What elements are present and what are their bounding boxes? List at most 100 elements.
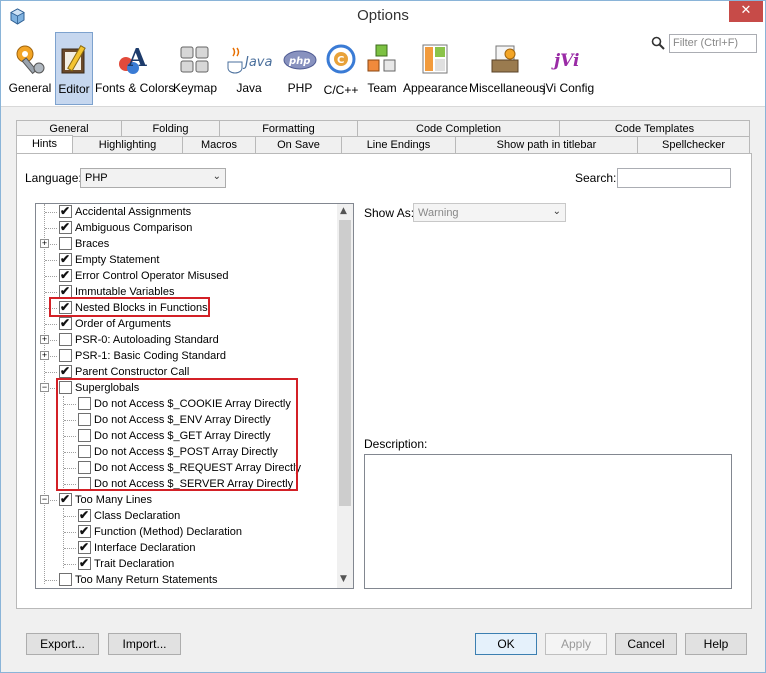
close-button[interactable]: ✕ bbox=[729, 1, 763, 22]
tree-row[interactable]: ✔ Accidental Assignments bbox=[36, 204, 336, 220]
filter-input[interactable]: Filter (Ctrl+F) bbox=[669, 34, 757, 53]
tab-on-save[interactable]: On Save bbox=[255, 136, 342, 153]
category-editor[interactable]: Editor bbox=[55, 32, 93, 105]
hint-checkbox[interactable]: ✔ bbox=[59, 220, 72, 234]
category-team[interactable]: Team bbox=[363, 32, 401, 105]
checkmark-icon: ✔ bbox=[79, 556, 90, 570]
tree-row[interactable]: ✔ Interface Declaration bbox=[36, 540, 336, 556]
collapse-icon[interactable]: − bbox=[40, 383, 49, 392]
tab-hints[interactable]: Hints bbox=[16, 135, 73, 154]
tree-connector bbox=[45, 228, 57, 229]
hint-checkbox[interactable] bbox=[59, 573, 72, 586]
tree-row[interactable]: ✔ Function (Method) Declaration bbox=[36, 524, 336, 540]
tree-row[interactable]: ✔ Error Control Operator Misused bbox=[36, 268, 336, 284]
collapse-icon[interactable]: − bbox=[40, 495, 49, 504]
chevron-down-icon: ⌄ bbox=[552, 206, 561, 217]
hint-checkbox[interactable]: ✔ bbox=[78, 556, 91, 570]
tab-macros[interactable]: Macros bbox=[182, 136, 256, 153]
tree-row[interactable]: Too Many Return Statements bbox=[36, 572, 336, 588]
tree-connector bbox=[45, 372, 57, 373]
hint-label: PSR-1: Basic Coding Standard bbox=[75, 350, 227, 362]
expand-icon[interactable]: + bbox=[40, 239, 49, 248]
hint-checkbox[interactable] bbox=[59, 237, 72, 250]
checkmark-icon: ✔ bbox=[60, 316, 71, 330]
hint-checkbox[interactable]: ✔ bbox=[59, 252, 72, 266]
cpp-icon: C bbox=[326, 44, 356, 74]
tab-code-completion[interactable]: Code Completion bbox=[357, 120, 560, 137]
svg-text:C: C bbox=[337, 55, 344, 66]
search-input[interactable] bbox=[617, 168, 731, 188]
hint-checkbox[interactable]: ✔ bbox=[59, 204, 72, 218]
hint-checkbox[interactable]: ✔ bbox=[59, 316, 72, 330]
jvi-icon: jVi bbox=[551, 51, 580, 71]
title-bar: Options ✕ bbox=[1, 1, 765, 32]
export-button[interactable]: Export... bbox=[26, 633, 99, 655]
checkmark-icon: ✔ bbox=[60, 492, 71, 506]
tab-line-endings[interactable]: Line Endings bbox=[341, 136, 456, 153]
hint-checkbox[interactable] bbox=[59, 333, 72, 346]
hint-checkbox[interactable]: ✔ bbox=[78, 524, 91, 538]
tab-formatting[interactable]: Formatting bbox=[219, 120, 358, 137]
language-value: PHP bbox=[85, 172, 108, 184]
svg-text:php: php bbox=[288, 56, 310, 67]
svg-text:Java: Java bbox=[242, 55, 272, 70]
category-label: C/C++ bbox=[323, 83, 359, 97]
category-keymap[interactable]: Keymap bbox=[173, 32, 217, 105]
scroll-down-icon[interactable]: ▼ bbox=[340, 574, 347, 584]
category-java[interactable]: Java Java bbox=[223, 32, 275, 105]
tree-row[interactable]: + PSR-0: Autoloading Standard bbox=[36, 332, 336, 348]
category-php[interactable]: php PHP bbox=[281, 32, 319, 105]
tree-row[interactable]: ✔ Order of Arguments bbox=[36, 316, 336, 332]
hint-label: Error Control Operator Misused bbox=[75, 270, 229, 282]
scrollbar-thumb[interactable] bbox=[339, 220, 351, 506]
import-button[interactable]: Import... bbox=[108, 633, 181, 655]
tab-highlighting[interactable]: Highlighting bbox=[72, 136, 183, 153]
hint-label: Empty Statement bbox=[75, 254, 160, 266]
category-label: Team bbox=[367, 81, 397, 95]
hint-checkbox[interactable] bbox=[59, 349, 72, 362]
search-icon bbox=[651, 36, 665, 50]
hint-checkbox[interactable]: ✔ bbox=[59, 268, 72, 282]
hint-label: Too Many Lines bbox=[75, 494, 153, 506]
team-cubes-icon bbox=[367, 44, 396, 72]
category-jvi-config[interactable]: jVi jVi Config bbox=[543, 32, 594, 105]
expand-icon[interactable]: + bbox=[40, 351, 49, 360]
tab-code-templates[interactable]: Code Templates bbox=[559, 120, 750, 137]
hint-checkbox[interactable]: ✔ bbox=[78, 508, 91, 522]
tree-row[interactable]: ✔ Empty Statement bbox=[36, 252, 336, 268]
help-button[interactable]: Help bbox=[685, 633, 747, 655]
tree-connector bbox=[45, 324, 57, 325]
close-icon: ✕ bbox=[740, 3, 752, 18]
tree-row[interactable]: − ✔ Too Many Lines bbox=[36, 492, 336, 508]
category-fonts-colors[interactable]: A Fonts & Colors bbox=[95, 32, 174, 105]
hint-label: Interface Declaration bbox=[94, 542, 196, 554]
scroll-up-icon[interactable]: ▲ bbox=[340, 206, 347, 216]
show-as-select[interactable]: Warning ⌄ bbox=[413, 203, 566, 222]
expand-icon[interactable]: + bbox=[40, 335, 49, 344]
tree-row[interactable]: ✔ Ambiguous Comparison bbox=[36, 220, 336, 236]
ok-button[interactable]: OK bbox=[475, 633, 537, 655]
tree-row[interactable]: ✔ Class Declaration bbox=[36, 508, 336, 524]
tree-scrollbar[interactable]: ▲ ▼ bbox=[337, 204, 353, 588]
checkmark-icon: ✔ bbox=[60, 220, 71, 234]
tab-folding[interactable]: Folding bbox=[121, 120, 220, 137]
hint-checkbox[interactable]: ✔ bbox=[78, 540, 91, 554]
tree-connector bbox=[64, 548, 76, 549]
category-cpp[interactable]: C C/C++ bbox=[321, 32, 361, 105]
highlight-nested-blocks bbox=[49, 297, 210, 317]
apply-button[interactable]: Apply bbox=[545, 633, 607, 655]
language-select[interactable]: PHP ⌄ bbox=[80, 168, 226, 188]
category-miscellaneous[interactable]: Miscellaneous bbox=[469, 32, 545, 105]
tree-row[interactable]: + PSR-1: Basic Coding Standard bbox=[36, 348, 336, 364]
category-general[interactable]: General bbox=[7, 32, 53, 105]
cancel-button[interactable]: Cancel bbox=[615, 633, 677, 655]
category-appearance[interactable]: Appearance bbox=[403, 32, 468, 105]
hint-checkbox[interactable]: ✔ bbox=[59, 492, 72, 506]
tree-row[interactable]: + Braces bbox=[36, 236, 336, 252]
tab-spellchecker[interactable]: Spellchecker bbox=[637, 136, 750, 153]
hint-checkbox[interactable]: ✔ bbox=[59, 364, 72, 378]
show-as-value: Warning bbox=[418, 207, 459, 219]
tree-connector bbox=[45, 580, 57, 581]
tree-row[interactable]: ✔ Trait Declaration bbox=[36, 556, 336, 572]
tab-show-path-in-titlebar[interactable]: Show path in titlebar bbox=[455, 136, 638, 153]
